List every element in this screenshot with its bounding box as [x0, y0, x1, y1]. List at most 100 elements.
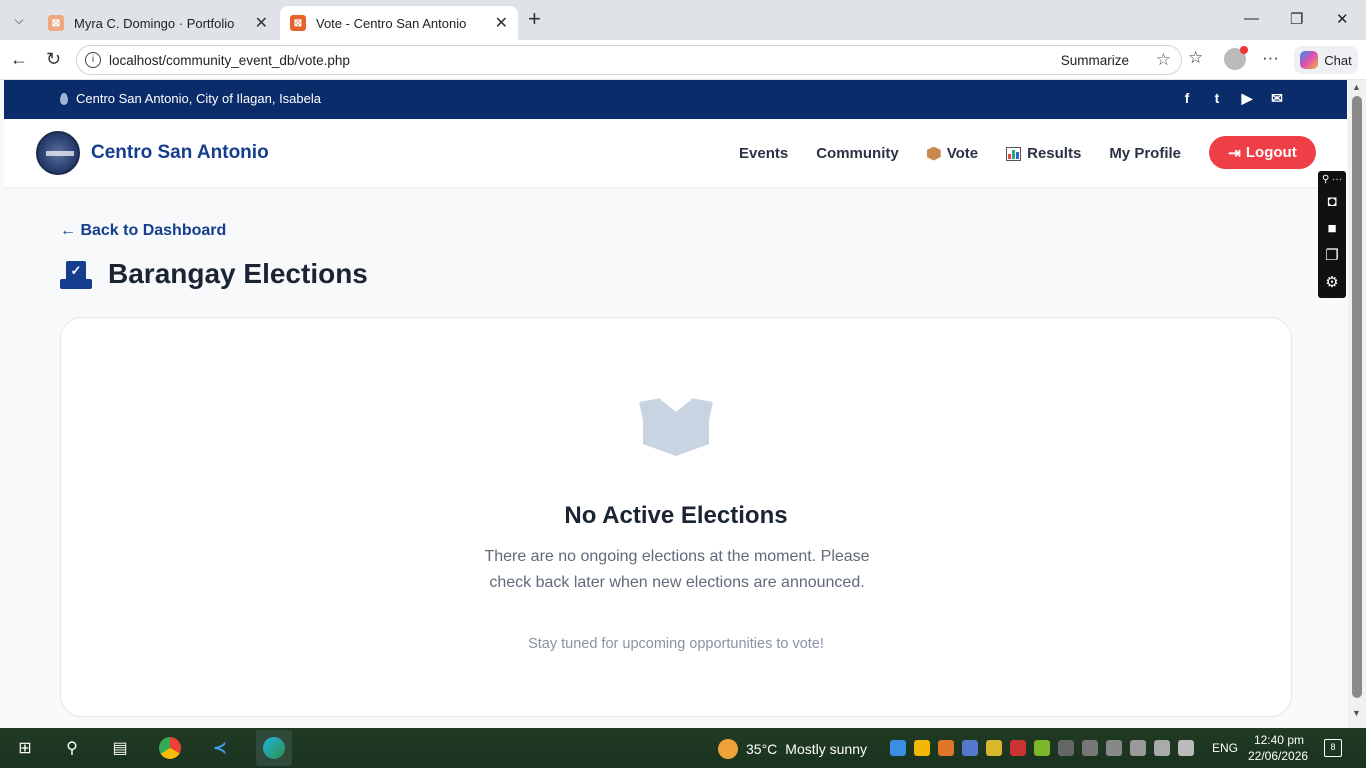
nav-results-label: Results	[1027, 145, 1082, 162]
copilot-icon	[1300, 51, 1319, 69]
language-indicator[interactable]: ENG	[1212, 741, 1238, 755]
nav-results[interactable]: Results	[1006, 145, 1081, 162]
bar-chart-icon	[1006, 146, 1022, 161]
main-nav: Events Community Vote Results My Profile	[739, 145, 1181, 162]
toolbar-more-icon[interactable]: ⚲ ···	[1318, 171, 1346, 188]
scroll-up-arrow-icon[interactable]: ▲	[1352, 82, 1361, 92]
ballot-box-icon	[926, 146, 941, 161]
url-text[interactable]: localhost/community_event_db/vote.php	[109, 53, 350, 68]
favorite-star-icon[interactable]: ☆	[1156, 50, 1171, 70]
twitter-icon[interactable]: t	[1209, 90, 1225, 107]
profile-avatar[interactable]	[1224, 46, 1248, 70]
facebook-icon[interactable]: f	[1179, 90, 1195, 107]
clock-date: 22/06/2026	[1248, 749, 1309, 763]
weather-widget[interactable]: 35°C Mostly sunny	[718, 739, 867, 759]
sign-out-icon: ⇥	[1228, 144, 1241, 162]
tab-close-icon[interactable]: ✕	[255, 13, 268, 33]
vscode-icon[interactable]: ≺	[208, 736, 232, 760]
address-toolbar: ← ↻ i localhost/community_event_db/vote.…	[0, 40, 1366, 80]
summarize-button[interactable]: Summarize	[1061, 53, 1129, 68]
barangay-logo[interactable]	[36, 131, 80, 175]
page-heading: ✓ Barangay Elections	[60, 258, 368, 290]
notification-dot	[1240, 46, 1248, 54]
site-info-icon[interactable]: i	[85, 52, 101, 68]
video-camera-icon[interactable]: ■	[1318, 215, 1346, 242]
more-options-icon[interactable]: ···	[1262, 48, 1279, 68]
map-pin-icon	[60, 92, 68, 105]
empty-state-card: No Active Elections There are no ongoing…	[60, 317, 1292, 717]
address-bar[interactable]: i localhost/community_event_db/vote.php …	[76, 45, 1182, 75]
window-close-icon[interactable]: ✕	[1336, 10, 1349, 28]
task-view-icon[interactable]: ▤	[108, 736, 132, 760]
nav-events[interactable]: Events	[739, 145, 788, 162]
weather-desc: Mostly sunny	[785, 741, 867, 757]
scrollbar-thumb[interactable]	[1352, 96, 1362, 698]
youtube-icon[interactable]: ▶	[1239, 90, 1255, 107]
notification-center-icon[interactable]: 8	[1324, 739, 1342, 757]
back-to-dashboard-link[interactable]: ← Back to Dashboard	[60, 222, 226, 240]
tray-app-icon[interactable]	[1034, 740, 1050, 756]
battery-icon[interactable]	[1082, 740, 1098, 756]
tab-portfolio[interactable]: ⊠ Myra C. Domingo · Portfolio ✕	[38, 6, 278, 40]
empty-state-subtext: Stay tuned for upcoming opportunities to…	[528, 636, 824, 652]
copilot-chat-button[interactable]: Chat	[1294, 46, 1358, 74]
scroll-down-arrow-icon[interactable]: ▼	[1352, 708, 1361, 718]
settings-gear-icon[interactable]: ⚙	[1318, 269, 1346, 296]
nav-vote[interactable]: Vote	[926, 145, 979, 162]
tray-app-icon[interactable]	[986, 740, 1002, 756]
search-icon[interactable]: ⚲	[60, 736, 84, 760]
minimize-icon[interactable]: —	[1244, 10, 1259, 27]
clock[interactable]: 12:40 pm 22/06/2026	[1248, 732, 1309, 764]
open-box-icon	[639, 398, 713, 456]
logout-label: Logout	[1245, 144, 1297, 161]
tray-app-icon[interactable]	[914, 740, 930, 756]
nav-vote-label: Vote	[946, 145, 979, 162]
nav-my-profile[interactable]: My Profile	[1109, 145, 1181, 162]
tab-title: Myra C. Domingo · Portfolio	[74, 15, 235, 31]
chat-label: Chat	[1324, 52, 1352, 68]
clock-time: 12:40 pm	[1253, 733, 1304, 747]
location: Centro San Antonio, City of Ilagan, Isab…	[60, 91, 321, 106]
system-tray	[890, 740, 1194, 756]
windows-start-icon[interactable]: ⊞	[13, 736, 37, 760]
new-tab-icon[interactable]: +	[528, 6, 541, 32]
site-header: Centro San Antonio Events Community Vote…	[4, 119, 1347, 187]
camera-icon[interactable]: ◘	[1318, 188, 1346, 215]
location-text: Centro San Antonio, City of Ilagan, Isab…	[76, 91, 321, 106]
onedrive-icon[interactable]	[890, 740, 906, 756]
tray-app-icon[interactable]	[1106, 740, 1122, 756]
chrome-icon[interactable]	[158, 736, 182, 760]
refresh-icon[interactable]: ↻	[46, 49, 61, 70]
pen-icon[interactable]	[1178, 740, 1194, 756]
tab-vote[interactable]: ⊠ Vote - Centro San Antonio ✕	[280, 6, 518, 40]
tab-list-chevron-icon[interactable]: ⌵	[8, 9, 30, 31]
restore-icon[interactable]: ❐	[1290, 10, 1303, 28]
vertical-scrollbar[interactable]: ▲ ▼	[1348, 80, 1366, 728]
record-icon[interactable]	[1010, 740, 1026, 756]
logout-button[interactable]: ⇥ Logout	[1209, 136, 1316, 169]
email-icon[interactable]: ✉	[1269, 90, 1285, 107]
tray-app-icon[interactable]	[962, 740, 978, 756]
window-capture-icon[interactable]: ❐	[1318, 242, 1346, 269]
capture-toolbar: ⚲ ··· ◘ ■ ❐ ⚙	[1318, 171, 1346, 298]
brand-name[interactable]: Centro San Antonio	[91, 142, 269, 164]
tab-title: Vote - Centro San Antonio	[316, 15, 467, 31]
tab-close-icon[interactable]: ✕	[495, 13, 508, 33]
empty-state-title: No Active Elections	[564, 502, 788, 529]
empty-state-message: There are no ongoing elections at the mo…	[484, 548, 870, 591]
nav-community[interactable]: Community	[816, 145, 899, 162]
social-links: f t ▶ ✉	[1179, 90, 1285, 107]
tray-app-icon[interactable]	[1058, 740, 1074, 756]
xampp-favicon-icon: ⊠	[290, 15, 306, 31]
tray-app-icon[interactable]	[938, 740, 954, 756]
top-info-strip: Centro San Antonio, City of Ilagan, Isab…	[4, 80, 1347, 119]
page-title: Barangay Elections	[108, 258, 368, 289]
back-arrow-icon[interactable]: ←	[10, 49, 28, 70]
windows-taskbar: ⊞ ⚲ ▤ ≺ 35°C Mostly sunny ENG 12:40 pm 2…	[0, 728, 1366, 768]
edge-icon[interactable]	[256, 730, 292, 766]
wifi-icon[interactable]	[1130, 740, 1146, 756]
volume-icon[interactable]	[1154, 740, 1170, 756]
sun-icon	[718, 739, 738, 759]
browser-tab-bar: ⌵ ⊠ Myra C. Domingo · Portfolio ✕ ⊠ Vote…	[0, 0, 1366, 40]
favorites-icon[interactable]: ☆	[1188, 48, 1203, 68]
